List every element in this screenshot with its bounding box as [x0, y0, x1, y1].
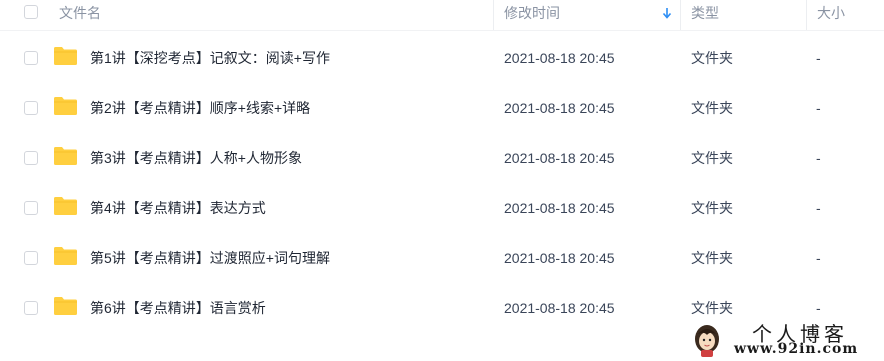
sort-descending-arrow-icon[interactable]	[662, 7, 672, 19]
file-mtime: 2021-08-18 20:45	[504, 200, 615, 216]
folder-icon	[54, 297, 77, 315]
column-header-type[interactable]: 类型	[691, 0, 719, 30]
file-mtime: 2021-08-18 20:45	[504, 150, 615, 166]
row-checkbox[interactable]	[24, 251, 38, 265]
folder-icon	[54, 197, 77, 215]
file-mtime: 2021-08-18 20:45	[504, 300, 615, 316]
file-mtime: 2021-08-18 20:45	[504, 100, 615, 116]
file-type: 文件夹	[691, 150, 733, 166]
file-type: 文件夹	[691, 250, 733, 266]
row-checkbox[interactable]	[24, 201, 38, 215]
cartoon-avatar-icon	[695, 325, 719, 357]
row-checkbox[interactable]	[24, 151, 38, 165]
file-name-link[interactable]: 第2讲【考点精讲】顺序+线索+详略	[90, 83, 310, 133]
column-divider[interactable]	[806, 0, 807, 30]
file-mtime: 2021-08-18 20:45	[504, 250, 615, 266]
folder-icon	[54, 47, 77, 65]
folder-icon	[54, 147, 77, 165]
table-row[interactable]: 第1讲【深挖考点】记叙文：阅读+写作 2021-08-18 20:45 文件夹 …	[0, 33, 884, 83]
table-row[interactable]: 第5讲【考点精讲】过渡照应+词句理解 2021-08-18 20:45 文件夹 …	[0, 233, 884, 283]
file-name-link[interactable]: 第5讲【考点精讲】过渡照应+词句理解	[90, 233, 330, 283]
select-all-checkbox[interactable]	[24, 5, 38, 19]
column-divider[interactable]	[680, 0, 681, 30]
watermark-url: www.92in.com	[734, 341, 859, 357]
file-size: -	[816, 50, 821, 66]
row-checkbox[interactable]	[24, 51, 38, 65]
row-checkbox[interactable]	[24, 301, 38, 315]
folder-icon	[54, 97, 77, 115]
file-type: 文件夹	[691, 200, 733, 216]
column-header-name[interactable]: 文件名	[59, 0, 101, 30]
row-checkbox[interactable]	[24, 101, 38, 115]
file-name-link[interactable]: 第3讲【考点精讲】人称+人物形象	[90, 133, 302, 183]
file-name-link[interactable]: 第1讲【深挖考点】记叙文：阅读+写作	[90, 33, 330, 83]
column-divider[interactable]	[493, 0, 494, 30]
table-row[interactable]: 第2讲【考点精讲】顺序+线索+详略 2021-08-18 20:45 文件夹 -	[0, 83, 884, 133]
folder-icon	[54, 247, 77, 265]
watermark: 个人博客 www.92in.com	[690, 318, 880, 360]
file-name-link[interactable]: 第4讲【考点精讲】表达方式	[90, 183, 266, 233]
table-row[interactable]: 第3讲【考点精讲】人称+人物形象 2021-08-18 20:45 文件夹 -	[0, 133, 884, 183]
column-header-size[interactable]: 大小	[817, 0, 845, 30]
column-header-mtime[interactable]: 修改时间	[504, 0, 560, 30]
file-size: -	[816, 100, 821, 116]
file-size: -	[816, 250, 821, 266]
file-size: -	[816, 200, 821, 216]
file-type: 文件夹	[691, 50, 733, 66]
table-row[interactable]: 第4讲【考点精讲】表达方式 2021-08-18 20:45 文件夹 -	[0, 183, 884, 233]
file-name-link[interactable]: 第6讲【考点精讲】语言赏析	[90, 283, 266, 333]
file-size: -	[816, 150, 821, 166]
file-mtime: 2021-08-18 20:45	[504, 50, 615, 66]
list-header: 文件名 修改时间 类型 大小	[0, 0, 884, 31]
file-list: 文件名 修改时间 类型 大小 第1讲【深挖考点】记叙文：阅读+写作 2021-0…	[0, 0, 884, 361]
file-type: 文件夹	[691, 100, 733, 116]
